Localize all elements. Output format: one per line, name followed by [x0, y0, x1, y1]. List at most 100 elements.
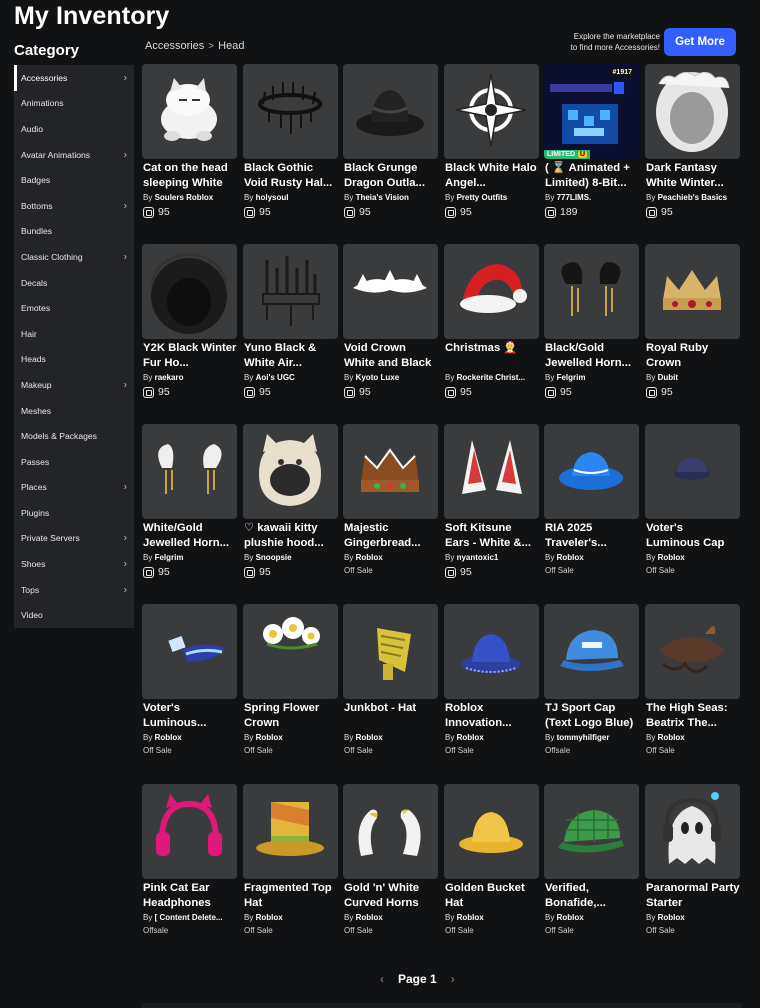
creator-name[interactable]: tommyhilfiger: [557, 733, 610, 742]
item-card[interactable]: Christmas 🤶 By Rockerite Christ... 95: [444, 244, 539, 414]
item-name[interactable]: ( ⌛ Animated + Limited) 8-Bit...: [545, 161, 639, 191]
prev-page-icon[interactable]: ‹: [380, 972, 384, 986]
creator-name[interactable]: Roblox: [658, 913, 685, 922]
ghost-icon[interactable]: [645, 784, 740, 879]
item-card[interactable]: ♡ kawaii kitty plushie hood... By Snoopsi…: [243, 424, 338, 594]
creator-name[interactable]: Rockerite Christ...: [457, 373, 525, 382]
8bit-icon[interactable]: #1917 LIMITED U: [544, 64, 639, 159]
item-card[interactable]: Dark Fantasy White Winter... By Peachieb'…: [645, 64, 740, 234]
item-card[interactable]: Black Gothic Void Rusty Hal... By holysou…: [243, 64, 338, 234]
item-name[interactable]: TJ Sport Cap (Text Logo Blue): [545, 701, 639, 731]
item-card[interactable]: Voter's Luminous... By Roblox Off Sale: [142, 604, 237, 774]
gold-crown-icon[interactable]: [645, 244, 740, 339]
junkbot-icon[interactable]: [343, 604, 438, 699]
item-name[interactable]: Fragmented Top Hat: [244, 881, 338, 911]
creator-name[interactable]: Roblox: [557, 913, 584, 922]
item-name[interactable]: Golden Bucket Hat: [445, 881, 539, 911]
sidebar-item-models-packages[interactable]: Models & Packages: [14, 423, 134, 449]
item-name[interactable]: Y2K Black Winter Fur Ho...: [143, 341, 237, 371]
sidebar-item-meshes[interactable]: Meshes: [14, 398, 134, 424]
sidebar-item-badges[interactable]: Badges: [14, 167, 134, 193]
sidebar-item-tops[interactable]: Tops ›: [14, 577, 134, 603]
item-card[interactable]: Black Grunge Dragon Outla... By Theia's V…: [343, 64, 438, 234]
item-name[interactable]: Black Grunge Dragon Outla...: [344, 161, 438, 191]
creator-name[interactable]: Roblox: [658, 553, 685, 562]
creator-name[interactable]: Theia's Vision: [356, 193, 409, 202]
santa-hat-icon[interactable]: [444, 244, 539, 339]
dark-cap-icon[interactable]: [645, 424, 740, 519]
item-name[interactable]: Black White Halo Angel...: [445, 161, 539, 191]
item-card[interactable]: Pink Cat Ear Headphones By [ Content Dele…: [142, 784, 237, 954]
creator-name[interactable]: Roblox: [256, 733, 283, 742]
pirate-hat-icon[interactable]: [645, 604, 740, 699]
item-name[interactable]: ♡ kawaii kitty plushie hood...: [244, 521, 338, 551]
sidebar-item-shoes[interactable]: Shoes ›: [14, 551, 134, 577]
creator-name[interactable]: Roblox: [457, 913, 484, 922]
item-card[interactable]: Royal Ruby Crown By Dubit 95: [645, 244, 740, 414]
item-card[interactable]: Verified, Bonafide,... By Roblox Off Sale: [544, 784, 639, 954]
sidebar-item-heads[interactable]: Heads: [14, 347, 134, 373]
creator-name[interactable]: nyantoxic1: [457, 553, 499, 562]
get-more-button[interactable]: Get More: [664, 28, 736, 56]
item-card[interactable]: Junkbot - Hat By Roblox Off Sale: [343, 604, 438, 774]
item-card[interactable]: Golden Bucket Hat By Roblox Off Sale: [444, 784, 539, 954]
item-name[interactable]: Pink Cat Ear Headphones: [143, 881, 237, 911]
creator-name[interactable]: Aoi's UGC: [256, 373, 295, 382]
sidebar-item-makeup[interactable]: Makeup ›: [14, 372, 134, 398]
sidebar-item-audio[interactable]: Audio: [14, 116, 134, 142]
creator-name[interactable]: Roblox: [256, 913, 283, 922]
ginger-crown-icon[interactable]: [343, 424, 438, 519]
item-name[interactable]: RIA 2025 Traveler's...: [545, 521, 639, 551]
creator-name[interactable]: Soulers Roblox: [155, 193, 214, 202]
creator-name[interactable]: Felgrim: [155, 553, 184, 562]
creator-name[interactable]: Peachieb's Basics: [658, 193, 728, 202]
creator-name[interactable]: Roblox: [356, 553, 383, 562]
gold-bucket-icon[interactable]: [444, 784, 539, 879]
sidebar-item-classic-clothing[interactable]: Classic Clothing ›: [14, 244, 134, 270]
creator-name[interactable]: [ Content Delete...: [155, 913, 223, 922]
sidebar-item-bundles[interactable]: Bundles: [14, 219, 134, 245]
blue-cowboy-icon[interactable]: [544, 424, 639, 519]
item-name[interactable]: Voter's Luminous...: [143, 701, 237, 731]
creator-name[interactable]: Roblox: [457, 733, 484, 742]
item-name[interactable]: Black/Gold Jewelled Horn...: [545, 341, 639, 371]
item-name[interactable]: Spring Flower Crown: [244, 701, 338, 731]
black-hat-icon[interactable]: [343, 64, 438, 159]
sidebar-item-bottoms[interactable]: Bottoms ›: [14, 193, 134, 219]
item-card[interactable]: Voter's Luminous Cap By Roblox Off Sale: [645, 424, 740, 594]
creator-name[interactable]: holysoul: [256, 193, 289, 202]
item-name[interactable]: Black Gothic Void Rusty Hal...: [244, 161, 338, 191]
item-name[interactable]: Gold 'n' White Curved Horns: [344, 881, 438, 911]
star-halo-icon[interactable]: [444, 64, 539, 159]
curved-horns-icon[interactable]: [343, 784, 438, 879]
item-name[interactable]: Paranormal Party Starter: [646, 881, 740, 911]
item-card[interactable]: Black/Gold Jewelled Horn... By Felgrim 95: [544, 244, 639, 414]
creator-name[interactable]: Kyoto Luxe: [356, 373, 400, 382]
item-card[interactable]: The High Seas: Beatrix The... By Roblox Of…: [645, 604, 740, 774]
item-card[interactable]: Black White Halo Angel... By Pretty Outfi…: [444, 64, 539, 234]
item-card[interactable]: Majestic Gingerbread... By Roblox Off Sale: [343, 424, 438, 594]
pink-headphones-icon[interactable]: [142, 784, 237, 879]
item-card[interactable]: Gold 'n' White Curved Horns By Roblox Off …: [343, 784, 438, 954]
creator-name[interactable]: Dubit: [658, 373, 678, 382]
creator-name[interactable]: Felgrim: [557, 373, 586, 382]
sidebar-item-passes[interactable]: Passes: [14, 449, 134, 475]
white-horns-icon[interactable]: [142, 424, 237, 519]
spike-crown-icon[interactable]: [243, 244, 338, 339]
creator-name[interactable]: Roblox: [658, 733, 685, 742]
sidebar-item-plugins[interactable]: Plugins: [14, 500, 134, 526]
sidebar-item-animations[interactable]: Animations: [14, 91, 134, 117]
creator-name[interactable]: Roblox: [356, 913, 383, 922]
sidebar-item-places[interactable]: Places ›: [14, 475, 134, 501]
blue-bucket-icon[interactable]: [444, 604, 539, 699]
breadcrumb-parent[interactable]: Accessories: [145, 40, 204, 52]
kitsune-ears-icon[interactable]: [444, 424, 539, 519]
creator-name[interactable]: Roblox: [557, 553, 584, 562]
sidebar-item-avatar-animations[interactable]: Avatar Animations ›: [14, 142, 134, 168]
item-name[interactable]: Voter's Luminous Cap: [646, 521, 740, 551]
flower-crown-icon[interactable]: [243, 604, 338, 699]
lum-visor-icon[interactable]: [142, 604, 237, 699]
item-name[interactable]: Christmas 🤶: [445, 341, 539, 356]
item-name[interactable]: Junkbot - Hat: [344, 701, 438, 716]
item-card[interactable]: Cat on the head sleeping White By Soulers…: [142, 64, 237, 234]
